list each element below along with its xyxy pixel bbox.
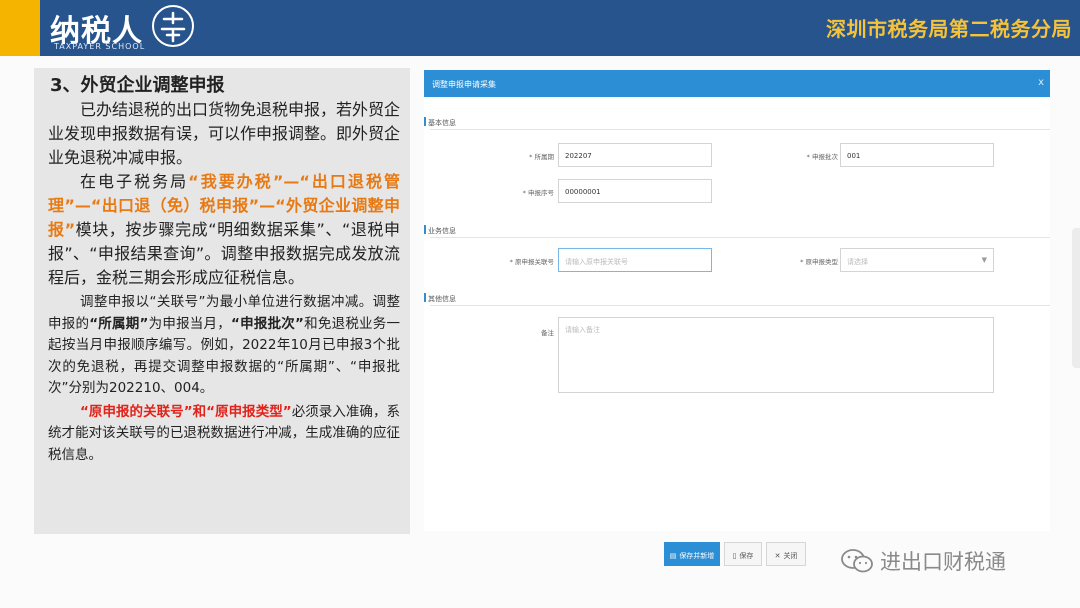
article-heading: 3、外贸企业调整申报 [50, 75, 225, 96]
section-basic-title: 基本信息 [428, 119, 456, 127]
slide: 纳税人 TAXPAYER SCHOOL 深圳市税务局第二税务分局 3、外贸企业调… [0, 0, 1080, 608]
section-marker [424, 225, 426, 234]
batch-label: * 申报批次 [806, 153, 838, 161]
section-divider [430, 305, 1050, 306]
remark-placeholder: 请输入备注 [565, 326, 600, 334]
seq-field[interactable]: 00000001 [558, 179, 712, 203]
watermark-text: 进出口财税通 [880, 550, 1006, 574]
p1-text: 已办结退税的出口货物免退税申报，若外贸企业发现申报数据有误，可以作申报调整。即外… [48, 100, 401, 167]
p2-text-b: 模块，按步骤完成“明细数据采集”、“退税申报”、“申报结果查询”。调整申报数据完… [48, 220, 400, 287]
article-paragraph-4: “原申报的关联号”和“原申报类型”必须录入准确，系统才能对该关联号的已退税数据进… [48, 402, 400, 467]
dialog-title: 调整申报申请采集 [432, 80, 496, 89]
document-icon: ▯ [732, 552, 737, 560]
orig-link-input[interactable]: 请输入原申报关联号 [558, 248, 712, 272]
close-label: 关闭 [783, 552, 798, 560]
save-icon: ▤ [669, 552, 677, 560]
batch-field[interactable]: 001 [840, 143, 994, 167]
watermark: 进出口财税通 [840, 546, 1006, 576]
chevron-down-icon: ▼ [981, 256, 987, 264]
seq-label: * 申报序号 [522, 189, 554, 197]
wechat-icon [841, 549, 873, 573]
term-batch: “申报批次” [231, 315, 304, 332]
section-other-title: 其他信息 [428, 295, 456, 303]
save-and-new-label: 保存并新增 [679, 552, 715, 560]
section-divider [430, 129, 1050, 130]
header-banner: 纳税人 TAXPAYER SCHOOL 深圳市税务局第二税务分局 [0, 0, 1080, 56]
section-divider [430, 237, 1050, 238]
orig-type-select[interactable]: 请选择 ▼ [840, 248, 994, 272]
logo-seal-icon [152, 5, 194, 47]
period-field[interactable]: 202207 [558, 143, 712, 167]
close-button[interactable]: ✕ 关闭 [766, 542, 806, 566]
x-icon: ✕ [774, 552, 781, 560]
batch-value: 001 [847, 152, 861, 160]
orig-type-label: * 原申报类型 [800, 258, 838, 266]
form-area: 基本信息 * 所属期 202207 * 申报批次 001 * 申报序号 0000… [424, 97, 1050, 531]
logo-subtitle: TAXPAYER SCHOOL [54, 42, 146, 51]
section-marker [424, 293, 426, 302]
required-fields-highlight: “原申报的关联号”和“原申报类型” [80, 403, 292, 420]
remark-textarea[interactable]: 请输入备注 [558, 317, 994, 393]
bureau-name: 深圳市税务局第二税务分局 [826, 17, 1072, 41]
orig-type-placeholder: 请选择 [847, 258, 868, 266]
remark-label: 备注 [541, 329, 554, 337]
close-icon[interactable]: x [1038, 77, 1044, 88]
article-panel: 3、外贸企业调整申报 已办结退税的出口货物免退税申报，若外贸企业发现申报数据有误… [34, 68, 410, 534]
banner-accent [0, 0, 40, 56]
save-label: 保存 [739, 552, 754, 560]
article-paragraph-3: 调整申报以“关联号”为最小单位进行数据冲减。调整申报的“所属期”为申报当月，“申… [48, 292, 400, 400]
term-period: “所属期” [89, 315, 149, 332]
article-paragraph-2: 在电子税务局“我要办税”—“出口退税管理”—“出口退（免）税申报”—“外贸企业调… [48, 170, 400, 290]
article-paragraph-1: 已办结退税的出口货物免退税申报，若外贸企业发现申报数据有误，可以作申报调整。即外… [48, 98, 400, 170]
orig-link-label: * 原申报关联号 [509, 258, 554, 266]
orig-link-placeholder: 请输入原申报关联号 [565, 258, 628, 266]
section-marker [424, 117, 426, 126]
seq-value: 00000001 [565, 188, 601, 196]
save-and-new-button[interactable]: ▤ 保存并新增 [664, 542, 720, 566]
side-scroll-tab[interactable] [1072, 228, 1080, 368]
period-label: * 所属期 [529, 153, 554, 161]
dialog-title-bar: 调整申报申请采集 x [424, 70, 1050, 97]
p2-text-a: 在电子税务局 [80, 172, 189, 191]
save-button[interactable]: ▯ 保存 [724, 542, 762, 566]
p3-text-b: 为申报当月， [148, 315, 231, 332]
section-business-title: 业务信息 [428, 227, 456, 235]
period-value: 202207 [565, 152, 592, 160]
